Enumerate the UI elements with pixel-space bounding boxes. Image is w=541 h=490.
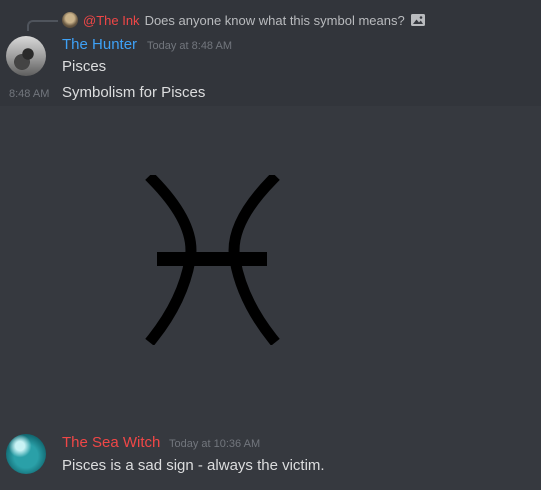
pisces-symbol-icon [145,172,280,346]
message-timestamp[interactable]: Today at 8:48 AM [147,40,232,52]
username-the-hunter[interactable]: The Hunter [62,36,137,53]
message-text: Pisces [62,58,107,75]
message-image-attachment[interactable] [145,172,280,346]
message-text: Symbolism for Pisces [62,84,206,101]
avatar-the-sea-witch[interactable] [6,434,46,474]
reply-avatar[interactable] [62,12,78,28]
message-timestamp[interactable]: Today at 10:36 AM [169,438,260,450]
reply-text[interactable]: Does anyone know what this symbol means? [145,13,405,28]
username-the-sea-witch[interactable]: The Sea Witch [62,434,160,451]
image-icon [410,12,426,28]
reply-spine [27,20,58,31]
message-text: Pisces is a sad sign - always the victim… [62,457,325,474]
avatar-the-hunter[interactable] [6,36,46,76]
reply-preview[interactable]: @The Ink Does anyone know what this symb… [62,11,426,29]
side-timestamp[interactable]: 8:48 AM [9,88,49,100]
reply-mention[interactable]: @The Ink [83,13,140,28]
